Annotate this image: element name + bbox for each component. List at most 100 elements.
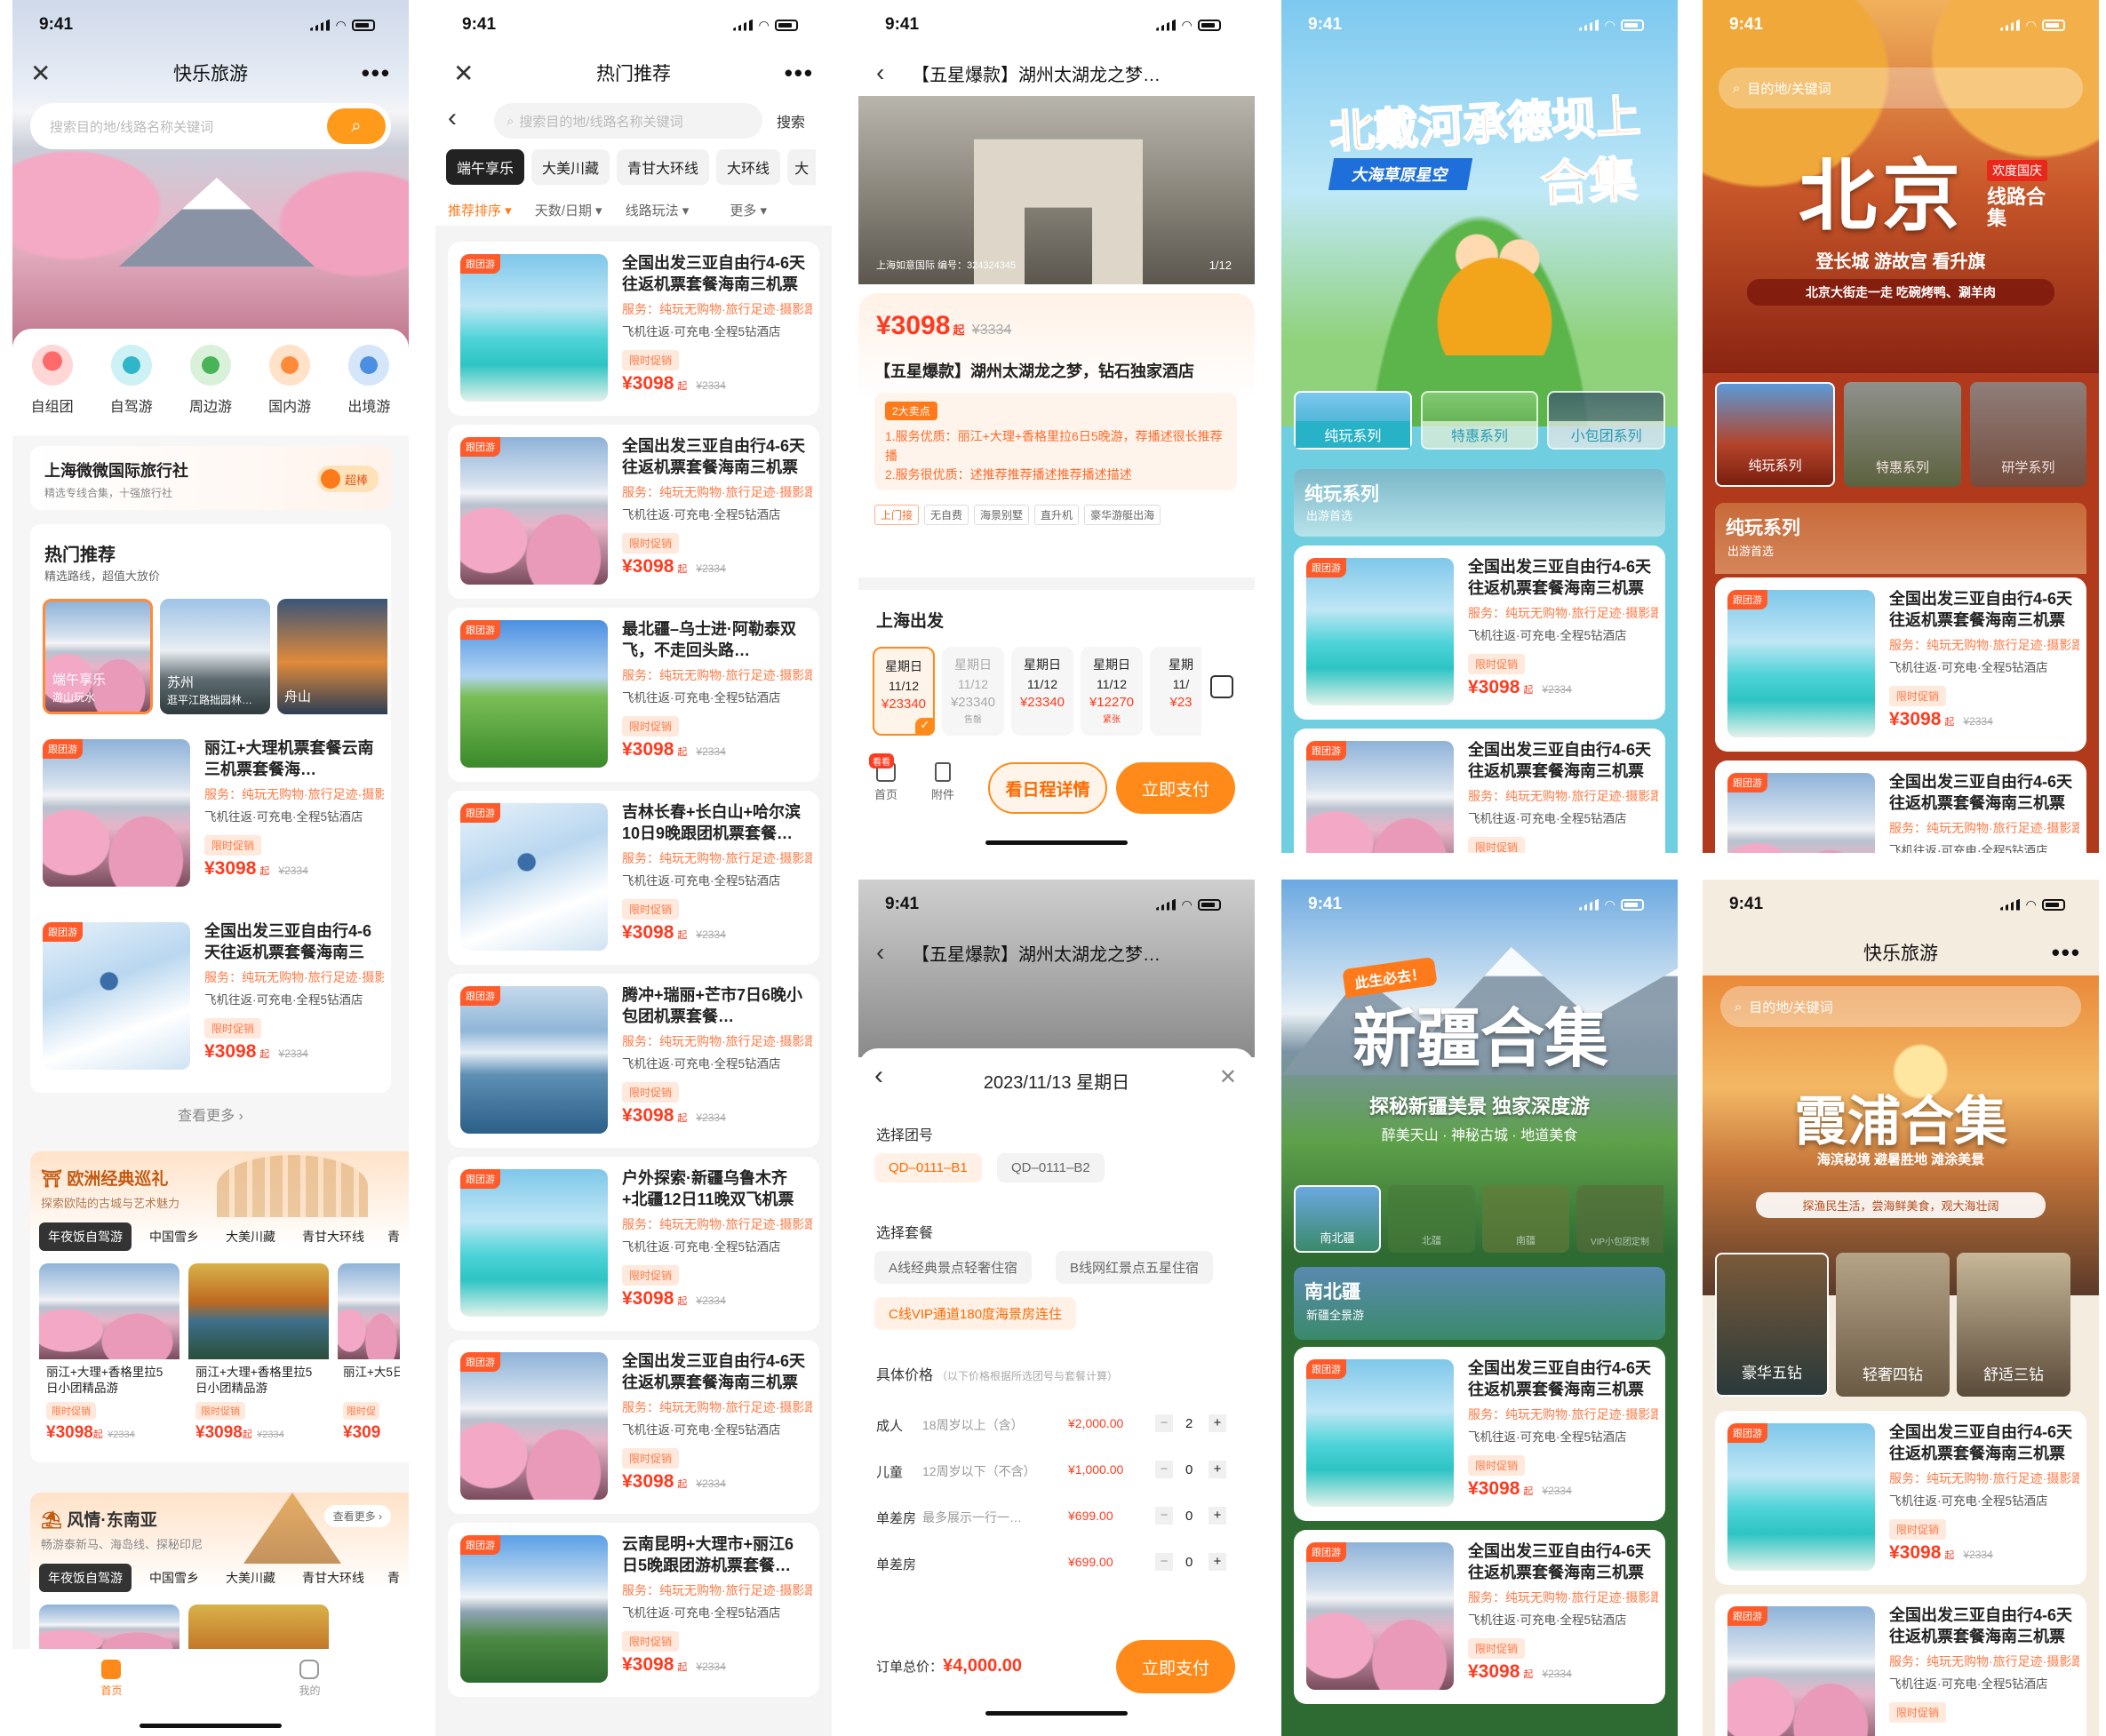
tab-item[interactable]: 大 (787, 149, 817, 185)
search-button[interactable]: 搜索 (777, 110, 805, 131)
tier-tab[interactable]: 豪华五钻 (1715, 1253, 1829, 1397)
product-card[interactable]: 跟团游全国出发三亚自由行4-6天往返机票套餐海南三机票套餐海…服务：纯玩无购物·… (1715, 1594, 2086, 1736)
minus-button[interactable]: − (1155, 1461, 1173, 1478)
mini-card[interactable]: 丽江+大理+香格里拉5日小团精品游 限时促销 ¥3098起 ¥2334 (188, 1263, 329, 1450)
filter-sort[interactable]: 推荐排序 ▾ (448, 201, 512, 219)
search-bar[interactable]: 搜索目的地/线路名称关键词 ⌕ (30, 103, 391, 149)
chip[interactable]: 年夜饭自驾游 (39, 1564, 132, 1592)
series-tab[interactable]: 小包团系列 (1547, 391, 1666, 450)
product-card[interactable]: 跟团游 丽江+大理机票套餐云南三机票套餐海…服务：纯玩无购物·旅行足迹·摄影跟拍… (30, 727, 391, 901)
chip[interactable]: 青甘大环线 (293, 1222, 373, 1251)
group-option[interactable]: QD–0111–B1 (874, 1153, 982, 1183)
package-option[interactable]: C线VIP通道180度海景房连住 (874, 1297, 1077, 1330)
back-icon[interactable]: ‹ (448, 103, 457, 133)
minus-button[interactable]: − (1155, 1414, 1173, 1432)
product-card[interactable]: 跟团游全国出发三亚自由行4-6天往返机票套餐海南三机票套餐海…服务：纯玩无购物·… (1294, 545, 1665, 720)
tab-home[interactable]: 首页 (100, 1660, 123, 1736)
plus-button[interactable]: + (1209, 1414, 1226, 1432)
chip[interactable]: 大美川藏 (217, 1564, 284, 1592)
chip[interactable]: 年夜饭自驾游 (39, 1222, 132, 1251)
attach-button[interactable]: 附件 (931, 762, 954, 802)
close-icon[interactable]: ✕ (453, 59, 474, 88)
product-card[interactable]: 跟团游户外探索·新疆乌鲁木齐+北疆12日11晚双飞机票套餐…服务：纯玩无购物·旅… (448, 1157, 819, 1331)
minus-button[interactable]: − (1155, 1507, 1173, 1525)
hot-tile[interactable]: 端午享乐 游山玩水 (43, 599, 153, 714)
close-icon[interactable]: ✕ (1219, 1064, 1237, 1090)
tab-item[interactable]: 端午享乐 (446, 149, 525, 185)
series-tab[interactable]: 特惠系列 (1844, 382, 1961, 487)
agency-card[interactable]: 上海微微国际旅行社 精选专线合集，十强旅行社 超棒 (30, 446, 391, 510)
category-item[interactable]: 国内游 (254, 345, 325, 435)
tab-mine[interactable]: 我的 (299, 1660, 321, 1736)
back-icon[interactable]: ‹ (876, 59, 884, 87)
plus-button[interactable]: + (1209, 1507, 1226, 1525)
pay-button[interactable]: 立即支付 (1116, 762, 1235, 814)
series-tab[interactable]: 纯玩系列 (1294, 391, 1412, 450)
chip[interactable]: 青 (382, 1564, 405, 1592)
tab-item[interactable]: 青甘大环线 (617, 149, 710, 185)
date-option[interactable]: 星期日 11/12 ¥23340 售罄 (942, 647, 1004, 736)
schedule-button[interactable]: 看日程详情 (988, 762, 1107, 814)
tab-item[interactable]: 大美川藏 (531, 149, 610, 185)
category-item[interactable]: 出境游 (333, 345, 404, 435)
pay-button[interactable]: 立即支付 (1116, 1640, 1235, 1693)
package-option[interactable]: A线经典景点轻奢住宿 (874, 1251, 1033, 1284)
product-card[interactable]: 跟团游全国出发三亚自由行4-6天往返机票套餐海南三机票套餐海…服务：纯玩无购物·… (1294, 1530, 1665, 1704)
hot-tile[interactable]: 舟山 (277, 599, 387, 714)
product-card[interactable]: 跟团游 云南昆明+大理市+丽江6日5晚跟团游机票套餐… 服务：纯玩无购物·旅行足迹·… (448, 1523, 819, 1697)
chip[interactable]: 大美川藏 (217, 1222, 284, 1251)
back-icon[interactable]: ‹ (876, 938, 884, 967)
product-card[interactable]: 跟团游 腾冲+瑞丽+芒市7日6晚小包团机票套餐… 服务：纯玩无购物·旅行足迹·摄影跟… (448, 974, 819, 1148)
plus-button[interactable]: + (1209, 1553, 1226, 1571)
filter-days[interactable]: 天数/日期 ▾ (535, 201, 602, 219)
product-card[interactable]: 跟团游 最北疆–乌士进·阿勒泰双飞，不走回头路… 服务：纯玩无购物·旅行足迹·摄影跟… (448, 608, 819, 782)
see-more-link[interactable]: 查看更多 › (30, 1103, 391, 1125)
chip[interactable]: 青 (382, 1222, 405, 1251)
series-tab[interactable]: 研学系列 (1969, 382, 2086, 487)
chip[interactable]: 中国雪乡 (140, 1222, 208, 1251)
category-item[interactable]: 周边游 (175, 345, 246, 435)
tab-item[interactable]: 大环线 (716, 149, 781, 185)
see-more-button[interactable]: 查看更多 › (323, 1505, 391, 1527)
product-card[interactable]: 跟团游全国出发三亚自由行4-6天往返机票套餐海南三机票套餐海…服务：纯玩无购物·… (448, 1340, 819, 1514)
plus-button[interactable]: + (1209, 1461, 1226, 1478)
category-item[interactable]: 自驾游 (96, 345, 167, 435)
product-card[interactable]: 跟团游 吉林长春+长白山+哈尔滨10日9晚跟团机票套餐… 服务：纯玩无购物·旅行足迹… (448, 791, 819, 965)
home-button[interactable]: 看看 首页 (869, 753, 897, 802)
filter-more[interactable]: 更多 ▾ (730, 201, 767, 219)
more-icon[interactable]: ••• (785, 60, 814, 87)
product-card[interactable]: 跟团游全国出发三亚自由行4-6天往返机票套餐海南三机票套餐海…服务：纯玩无购物·… (1294, 729, 1665, 853)
search-input[interactable]: ⌕ 目的地/关键词 (1719, 68, 2083, 108)
chip[interactable]: 中国雪乡 (140, 1564, 208, 1592)
series-tab[interactable]: 纯玩系列 (1715, 382, 1836, 487)
thumb-tab[interactable]: 北疆 (1388, 1185, 1475, 1253)
product-card[interactable]: 跟团游全国出发三亚自由行4-6天往返机票套餐海南三机票套餐海…服务：纯玩无购物·… (1715, 1411, 2086, 1585)
search-input[interactable]: ⌕ 搜索目的地/线路名称关键词 (494, 103, 762, 139)
date-option[interactable]: 星期日 11/12 ¥12270 紧张 (1081, 647, 1143, 736)
date-option[interactable]: 星期 11/¥23 (1150, 647, 1201, 736)
product-card[interactable]: 跟团游全国出发三亚自由行4-6天往返机票套餐海南三机票套餐海…服务：纯玩无购物·… (448, 425, 819, 599)
date-option[interactable]: 星期日 11/12 ¥23340 (1011, 647, 1073, 736)
product-card[interactable]: 跟团游全国出发三亚自由行4-6天往返机票套餐海南三机票套餐海…服务：纯玩无购物·… (1715, 760, 2086, 853)
calendar-icon[interactable] (1210, 675, 1233, 698)
more-icon[interactable]: ••• (362, 60, 391, 87)
category-item[interactable]: 自组团 (17, 345, 88, 435)
thumb-tab[interactable]: 南疆 (1482, 1185, 1569, 1253)
product-card[interactable]: 跟团游全国出发三亚自由行4-6天往返机票套餐海南三机票套餐海…服务：纯玩无购物·… (448, 242, 819, 416)
more-icon[interactable]: ••• (2052, 939, 2081, 967)
product-card[interactable]: 跟团游全国出发三亚自由行4-6天往返机票套餐海南三机票套餐海…服务：纯玩无购物·… (1294, 1347, 1665, 1521)
package-option[interactable]: B线网红景点五星住宿 (1056, 1251, 1214, 1284)
tier-tab[interactable]: 轻奢四钻 (1836, 1253, 1950, 1397)
tier-tab[interactable]: 舒适三钻 (1957, 1253, 2070, 1397)
product-card[interactable]: 跟团游全国出发三亚自由行4-6天往返机票套餐海南三机票套餐海…服务：纯玩无购物·… (1715, 577, 2086, 752)
thumb-tab[interactable]: 南北疆 (1294, 1185, 1381, 1253)
mini-card[interactable]: 丽江+大5日小团限时促¥309 (338, 1263, 400, 1450)
group-option[interactable]: QD–0111–B2 (997, 1153, 1105, 1183)
search-button[interactable]: ⌕ (327, 108, 386, 144)
thumb-tab[interactable]: VIP小包团定制 (1576, 1185, 1663, 1253)
product-card[interactable]: 跟团游 全国出发三亚自由行4-6天往返机票套餐海南三机票套餐海…服务：纯玩无购物… (30, 910, 391, 1084)
series-tab[interactable]: 特惠系列 (1420, 391, 1539, 450)
date-option[interactable]: 星期日 11/12 ¥23340 ✓ (873, 647, 935, 736)
minus-button[interactable]: − (1155, 1553, 1173, 1571)
mini-card[interactable]: 丽江+大理+香格里拉5日小团精品游 限时促销 ¥3098起 ¥2334 (39, 1263, 179, 1450)
